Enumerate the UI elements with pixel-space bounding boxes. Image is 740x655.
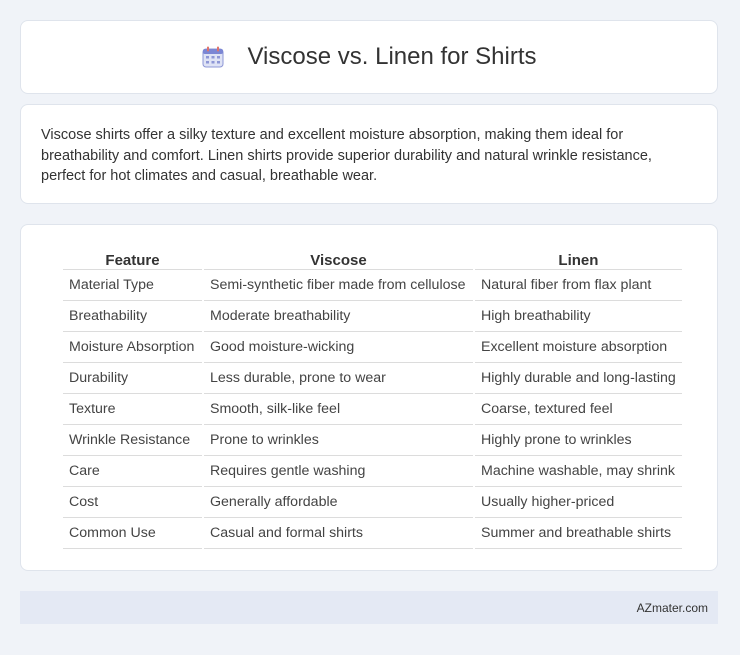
linen-cell: Highly durable and long-lasting xyxy=(475,363,682,394)
page-title: Viscose vs. Linen for Shirts xyxy=(247,43,537,70)
feature-cell: Material Type xyxy=(63,270,202,301)
feature-cell: Wrinkle Resistance xyxy=(63,425,202,456)
linen-cell: Natural fiber from flax plant xyxy=(475,270,682,301)
title-card: Viscose vs. Linen for Shirts xyxy=(20,20,718,94)
feature-cell: Care xyxy=(63,456,202,487)
header-feature: Feature xyxy=(63,247,202,270)
linen-cell: Highly prone to wrinkles xyxy=(475,425,682,456)
viscose-cell: Moderate breathability xyxy=(204,301,473,332)
viscose-cell: Semi-synthetic fiber made from cellulose xyxy=(204,270,473,301)
table-row: Breathability Moderate breathability Hig… xyxy=(63,301,682,332)
table-row: Care Requires gentle washing Machine was… xyxy=(63,456,682,487)
comparison-table: Feature Viscose Linen Material Type Semi… xyxy=(61,247,684,549)
viscose-cell: Casual and formal shirts xyxy=(204,518,473,549)
linen-cell: Coarse, textured feel xyxy=(475,394,682,425)
footer: AZmater.com xyxy=(20,591,718,624)
feature-cell: Durability xyxy=(63,363,202,394)
comparison-table-card: Feature Viscose Linen Material Type Semi… xyxy=(20,224,718,571)
feature-cell: Texture xyxy=(63,394,202,425)
table-row: Common Use Casual and formal shirts Summ… xyxy=(63,518,682,549)
header-viscose: Viscose xyxy=(204,247,473,270)
calendar-icon xyxy=(201,45,225,69)
viscose-cell: Smooth, silk-like feel xyxy=(204,394,473,425)
viscose-cell: Prone to wrinkles xyxy=(204,425,473,456)
linen-cell: Excellent moisture absorption xyxy=(475,332,682,363)
feature-cell: Breathability xyxy=(63,301,202,332)
table-row: Moisture Absorption Good moisture-wickin… xyxy=(63,332,682,363)
table-row: Material Type Semi-synthetic fiber made … xyxy=(63,270,682,301)
footer-brand: AZmater.com xyxy=(636,600,708,615)
linen-cell: Summer and breathable shirts xyxy=(475,518,682,549)
table-header-row: Feature Viscose Linen xyxy=(63,247,682,270)
header-linen: Linen xyxy=(475,247,682,270)
table-row: Wrinkle Resistance Prone to wrinkles Hig… xyxy=(63,425,682,456)
table-row: Durability Less durable, prone to wear H… xyxy=(63,363,682,394)
linen-cell: Machine washable, may shrink xyxy=(475,456,682,487)
viscose-cell: Generally affordable xyxy=(204,487,473,518)
feature-cell: Common Use xyxy=(63,518,202,549)
viscose-cell: Less durable, prone to wear xyxy=(204,363,473,394)
feature-cell: Moisture Absorption xyxy=(63,332,202,363)
linen-cell: Usually higher-priced xyxy=(475,487,682,518)
linen-cell: High breathability xyxy=(475,301,682,332)
summary-card: Viscose shirts offer a silky texture and… xyxy=(20,104,718,204)
summary-text: Viscose shirts offer a silky texture and… xyxy=(41,127,652,184)
viscose-cell: Good moisture-wicking xyxy=(204,332,473,363)
feature-cell: Cost xyxy=(63,487,202,518)
viscose-cell: Requires gentle washing xyxy=(204,456,473,487)
table-row: Cost Generally affordable Usually higher… xyxy=(63,487,682,518)
table-row: Texture Smooth, silk-like feel Coarse, t… xyxy=(63,394,682,425)
